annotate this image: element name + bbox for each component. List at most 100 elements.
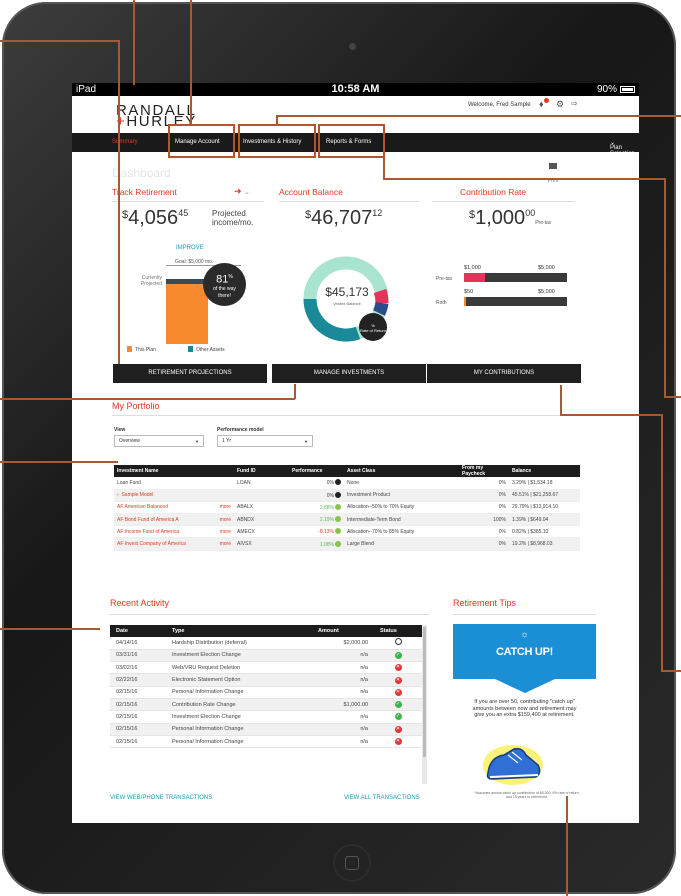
- more-link[interactable]: more: [220, 504, 231, 510]
- table-row[interactable]: 04/14/16 Hardship Distribution (deferral)…: [110, 637, 422, 650]
- asset-class: None: [344, 477, 459, 490]
- gear-icon[interactable]: ⚙: [556, 99, 564, 110]
- retirement-projections-button[interactable]: RETIREMENT PROJECTIONS: [113, 364, 267, 383]
- table-row[interactable]: 02/15/16 Personal Information Change n/a ✕: [110, 686, 422, 699]
- view-all-transactions-link[interactable]: VIEW ALL TRANSACTIONS: [344, 795, 420, 801]
- fund-name[interactable]: AF American Balanced more: [114, 501, 234, 515]
- activity-type: Electronic Statement Option: [166, 673, 312, 687]
- status-x-icon: ✕: [394, 738, 402, 746]
- plan-selection-dropdown[interactable]: Plan Selection ⌄: [610, 139, 635, 157]
- more-link[interactable]: more: [220, 517, 231, 523]
- fund-performance: 2.88%: [289, 501, 344, 515]
- printer-icon: [549, 163, 557, 169]
- clock: 10:58 AM: [331, 83, 380, 95]
- fund-balance: 45.51% | $21,258.67: [509, 489, 580, 502]
- home-square-icon: [345, 856, 359, 870]
- table-header-row: Date Type Amount Status: [110, 625, 422, 637]
- callout-line: [661, 670, 681, 672]
- fund-name[interactable]: AF Invest Company of America more: [114, 537, 234, 551]
- retirement-tips-title: Retirement Tips: [453, 598, 517, 608]
- activity-status: ✕: [374, 723, 422, 736]
- activity-type: Investment Election Change: [166, 710, 312, 724]
- column-header[interactable]: Balance: [509, 465, 580, 477]
- roth-min: $50: [464, 289, 474, 295]
- bell-icon[interactable]: ♦: [539, 98, 549, 109]
- table-row: Loan Fund LOAN 0% None 0% 3.29% | $1,534…: [114, 477, 580, 490]
- divider: [112, 415, 592, 416]
- contribution-rate-title: Contribution Rate: [460, 187, 527, 197]
- callout-line: [276, 115, 681, 117]
- view-web-phone-transactions-link[interactable]: VIEW WEB/PHONE TRANSACTIONS: [110, 795, 212, 801]
- column-header[interactable]: Type: [166, 625, 312, 637]
- column-header[interactable]: Amount: [312, 625, 374, 637]
- callout-line: [560, 385, 562, 415]
- fund-balance: 3.29% | $1,534.18: [509, 477, 580, 490]
- performance-model-select[interactable]: 1 Yr ▼: [217, 435, 313, 447]
- view-select[interactable]: Overview ▼: [114, 435, 204, 447]
- share-arrow-icon[interactable]: ➜ ⌄: [234, 186, 250, 197]
- more-link[interactable]: more: [220, 529, 231, 535]
- roth-max: $5,000: [538, 289, 555, 295]
- projected-income-amount: $4,05645: [122, 207, 189, 229]
- improve-link[interactable]: IMPROVE: [176, 245, 204, 251]
- callout-line: [383, 158, 385, 178]
- table-row[interactable]: 03/02/16 Web/VRU Request Deletion n/a ✕: [110, 661, 422, 675]
- currently-projected-label: Currently Projected: [140, 275, 162, 287]
- table-row[interactable]: 03/31/16 Investment Election Change n/a ✓: [110, 649, 422, 663]
- contribution-amount: $1,00000Pre-tax: [469, 207, 552, 229]
- asset-class: Intermediate-Term Bond: [344, 513, 459, 527]
- column-header[interactable]: Fund ID: [234, 465, 289, 477]
- roth-bar[interactable]: [464, 297, 567, 306]
- table-row[interactable]: 02/15/16 Personal Information Change n/a ✕: [110, 735, 422, 749]
- callout-investments-history: [238, 124, 316, 158]
- vested-balance-label: Vested Balance: [333, 301, 361, 306]
- activity-amount: n/a: [312, 661, 374, 675]
- nav-summary[interactable]: Summary: [112, 139, 138, 145]
- performance-icon: [335, 540, 341, 547]
- fund-name[interactable]: AF Income Fund of America more: [114, 525, 234, 539]
- fund-id: LOAN: [234, 477, 289, 490]
- page-title: Dashboard: [112, 166, 171, 180]
- paycheck-pct: 0%: [459, 501, 509, 515]
- fund-performance: 0%: [289, 477, 344, 490]
- activity-status: ✓: [374, 649, 422, 663]
- column-header[interactable]: From my Paycheck: [459, 465, 509, 477]
- column-header[interactable]: Date: [110, 625, 166, 637]
- activity-amount: n/a: [312, 723, 374, 736]
- performance-icon: [335, 479, 341, 486]
- manage-investments-button[interactable]: MANAGE INVESTMENTS: [272, 364, 426, 383]
- table-row[interactable]: 02/15/16 Contribution Rate Change $1,000.0…: [110, 698, 422, 712]
- status-x-icon: ✕: [394, 688, 402, 696]
- fund-name[interactable]: › Sample Model: [114, 489, 234, 502]
- track-retirement-title: Track Retirement: [112, 187, 177, 197]
- activity-amount: n/a: [312, 735, 374, 749]
- my-contributions-button[interactable]: MY CONTRIBUTIONS: [427, 364, 581, 383]
- banner-pointer: [495, 679, 555, 693]
- column-header[interactable]: Investment Name: [114, 465, 234, 477]
- fund-name[interactable]: AF Bond Fund of America Amore: [114, 513, 234, 527]
- table-header-row: Investment Name Fund ID Performance Asse…: [114, 465, 580, 477]
- column-header[interactable]: Performance: [289, 465, 344, 477]
- logout-icon[interactable]: ⇨: [571, 99, 578, 108]
- table-row[interactable]: 02/15/16 Investment Election Change n/a ✓: [110, 710, 422, 724]
- legend-this-plan: This Plan: [127, 346, 156, 353]
- paycheck-pct: 0%: [459, 489, 509, 502]
- table-row[interactable]: 02/15/16 Personal Information Change n/a ✕: [110, 723, 422, 736]
- callout-line: [118, 40, 120, 364]
- status-x-icon: ✕: [394, 676, 402, 684]
- activity-status: ✕: [374, 673, 422, 687]
- more-link[interactable]: more: [220, 541, 231, 547]
- projected-income-label: Projected income/mo.: [212, 209, 254, 227]
- asset-class: Investment Product: [344, 489, 459, 502]
- account-balance-title: Account Balance: [279, 187, 343, 197]
- catch-up-body: If you are over 50, contributing "catch …: [472, 699, 577, 718]
- donut-segment-pink: [373, 288, 389, 304]
- battery-percent: 90%: [596, 84, 617, 95]
- column-header[interactable]: Status: [374, 625, 422, 637]
- activity-scrollbar[interactable]: [422, 625, 427, 784]
- table-row[interactable]: 02/22/16 Electronic Statement Option n/a ✕: [110, 673, 422, 687]
- print-button[interactable]: Print: [546, 163, 560, 187]
- column-header[interactable]: Asset Class: [344, 465, 459, 477]
- camera-icon: [349, 43, 356, 50]
- fund-id: AIVSX: [234, 537, 289, 551]
